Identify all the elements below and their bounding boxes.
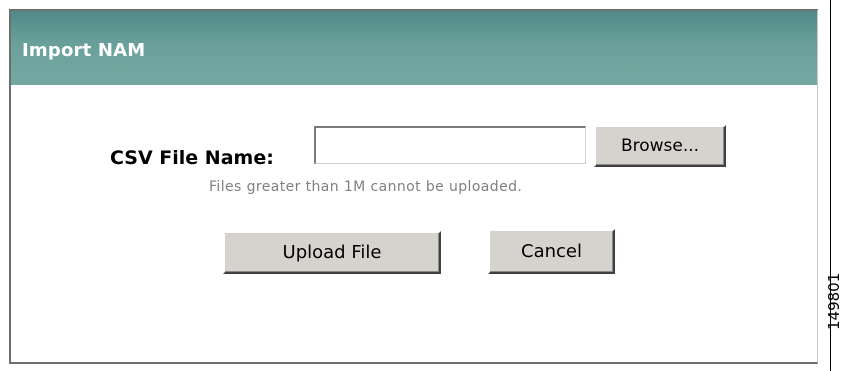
cancel-button[interactable]: Cancel xyxy=(488,229,615,274)
browse-button[interactable]: Browse... xyxy=(594,125,726,167)
upload-file-button[interactable]: Upload File xyxy=(223,231,441,274)
csv-file-name-label: CSV File Name: xyxy=(110,147,274,169)
figure-id: 149801 xyxy=(825,272,843,330)
import-nam-dialog: Import NAM CSV File Name: Browse... File… xyxy=(9,9,818,364)
file-size-hint: Files greater than 1M cannot be uploaded… xyxy=(209,179,523,195)
dialog-title: Import NAM xyxy=(22,40,146,61)
csv-file-name-input[interactable] xyxy=(314,126,586,164)
dialog-titlebar: Import NAM xyxy=(11,11,817,85)
